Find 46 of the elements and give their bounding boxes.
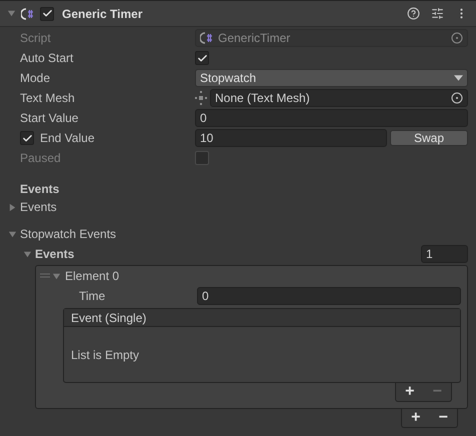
event-title: Event (Single) <box>71 310 146 326</box>
element-label[interactable]: Element 0 <box>65 267 120 285</box>
empty-list-text: List is Empty <box>71 346 140 364</box>
field-label: Start Value <box>20 110 78 127</box>
field-label: Paused <box>20 150 61 167</box>
foldout-arrow-icon[interactable] <box>8 230 17 238</box>
move-handle-icon <box>195 91 207 105</box>
checkbox[interactable] <box>195 51 209 65</box>
component-header[interactable]: Generic Timer <box>0 1 476 27</box>
check-icon <box>22 132 32 144</box>
add-button[interactable]: + <box>411 410 420 426</box>
list-label[interactable]: Events <box>35 245 418 263</box>
dropdown-arrow-icon <box>454 75 463 81</box>
remove-button[interactable]: − <box>438 410 448 426</box>
component-title: Generic Timer <box>62 6 144 22</box>
field-label: Time <box>78 288 106 305</box>
presets-icon[interactable] <box>431 7 444 20</box>
field-label: Mode <box>20 70 50 87</box>
toggle-checkbox[interactable] <box>20 131 34 145</box>
number-field[interactable]: 0 <box>195 109 468 127</box>
object-field[interactable]: None (Text Mesh) <box>210 89 468 107</box>
swap-button[interactable]: Swap <box>390 130 468 146</box>
foldout-label[interactable]: Stopwatch Events <box>20 225 116 243</box>
script-icon <box>21 6 35 20</box>
object-picker-icon[interactable] <box>451 92 463 104</box>
dropdown[interactable]: Stopwatch <box>195 69 468 87</box>
foldout-arrow-icon[interactable] <box>7 9 16 18</box>
foldout-arrow-icon[interactable] <box>52 272 61 280</box>
drag-handle-icon[interactable] <box>40 273 50 279</box>
foldout-label[interactable]: Events <box>20 198 57 216</box>
field-label: Script <box>20 30 51 47</box>
check-icon <box>42 8 52 19</box>
field-label: End Value <box>40 130 94 147</box>
foldout-arrow-icon[interactable] <box>23 250 32 258</box>
foldout-arrow-icon[interactable] <box>8 202 17 212</box>
add-button[interactable]: + <box>405 384 414 400</box>
number-field[interactable]: 10 <box>195 129 387 147</box>
script-icon <box>200 31 214 45</box>
check-icon <box>196 52 208 64</box>
enable-checkbox[interactable] <box>40 6 54 20</box>
field-label: Text Mesh <box>20 90 75 107</box>
section-header: Events <box>20 181 60 198</box>
number-field[interactable]: 0 <box>197 287 461 305</box>
field-label: Auto Start <box>20 50 74 67</box>
size-field[interactable]: 1 <box>421 245 468 263</box>
help-icon[interactable] <box>407 7 420 20</box>
